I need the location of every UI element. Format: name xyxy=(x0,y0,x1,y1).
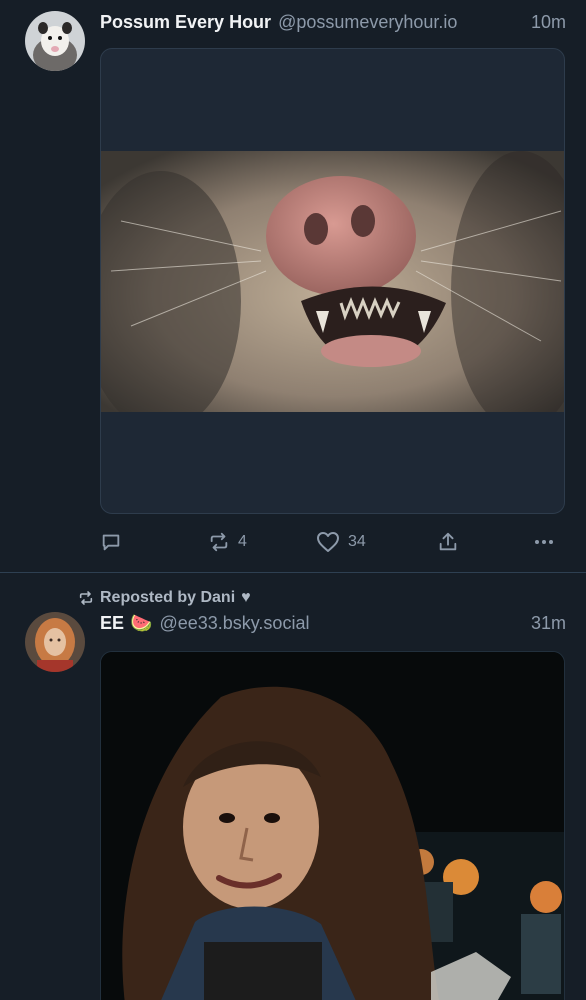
like-button[interactable]: 34 xyxy=(316,527,366,557)
post-header: Possum Every Hour @possumeveryhour.io 10… xyxy=(100,9,566,35)
author-handle[interactable]: @possumeveryhour.io xyxy=(278,12,457,33)
share-button[interactable] xyxy=(437,527,459,557)
author-display-name[interactable]: Possum Every Hour xyxy=(100,12,271,33)
post-header: EE 🍉 @ee33.bsky.social 31m xyxy=(100,610,566,636)
repost-icon xyxy=(210,532,228,552)
watermelon-emoji: 🍉 xyxy=(130,612,153,633)
like-count: 34 xyxy=(348,533,366,550)
video-frame-photo[interactable] xyxy=(101,652,565,1000)
repost-count: 4 xyxy=(238,533,247,550)
heart-icon xyxy=(317,532,339,552)
possum-avatar-image xyxy=(25,11,85,71)
author-avatar[interactable] xyxy=(25,612,85,672)
more-options-button[interactable] xyxy=(532,527,556,557)
possum-closeup-photo[interactable] xyxy=(101,151,565,412)
author-display-name[interactable]: EE xyxy=(100,613,124,634)
post-actions: 4 34 xyxy=(100,527,566,557)
post-image-card[interactable] xyxy=(100,48,565,514)
more-icon xyxy=(535,540,553,544)
author-handle[interactable]: @ee33.bsky.social xyxy=(159,613,309,634)
reply-button[interactable] xyxy=(100,527,130,557)
repost-button[interactable]: 4 xyxy=(208,527,247,557)
post-timestamp[interactable]: 10m xyxy=(531,12,566,33)
author-avatar[interactable] xyxy=(25,11,85,71)
share-icon xyxy=(439,532,457,551)
feed-post-possum[interactable]: Possum Every Hour @possumeveryhour.io 10… xyxy=(0,0,586,573)
post-timestamp[interactable]: 31m xyxy=(531,613,566,634)
ee-avatar-image xyxy=(25,612,85,672)
post-video-card[interactable] xyxy=(100,651,565,1000)
reply-icon xyxy=(102,534,120,551)
